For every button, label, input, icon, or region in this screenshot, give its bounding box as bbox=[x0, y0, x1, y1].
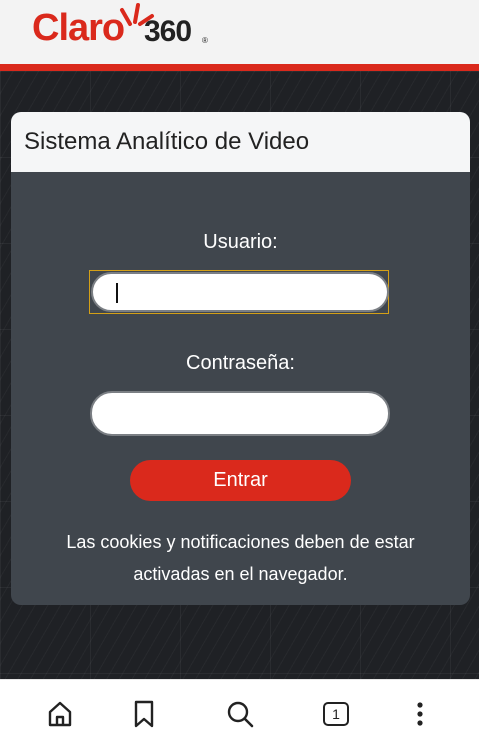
password-input[interactable] bbox=[90, 391, 390, 436]
tabs-count: 1 bbox=[332, 706, 340, 722]
app-header: Claro 360 ® bbox=[0, 0, 479, 64]
home-button[interactable] bbox=[40, 694, 80, 734]
search-button[interactable] bbox=[220, 694, 260, 734]
bookmark-icon bbox=[134, 700, 154, 728]
login-button[interactable]: Entrar bbox=[130, 460, 351, 501]
login-card: Sistema Analítico de Video Usuario: Cont… bbox=[11, 112, 470, 605]
card-header: Sistema Analítico de Video bbox=[11, 112, 470, 172]
card-title: Sistema Analítico de Video bbox=[24, 128, 310, 155]
logo-suffix: 360 bbox=[144, 15, 192, 48]
username-input[interactable] bbox=[91, 272, 389, 312]
text-caret bbox=[116, 283, 118, 303]
tabs-button[interactable]: 1 bbox=[316, 694, 356, 734]
more-options-button[interactable] bbox=[400, 694, 440, 734]
logo-brand: Claro bbox=[32, 7, 125, 49]
username-label: Usuario: bbox=[203, 231, 278, 253]
bookmark-button[interactable] bbox=[124, 694, 164, 734]
logo-registered: ® bbox=[202, 36, 208, 45]
header-accent-bar bbox=[0, 64, 479, 71]
search-icon bbox=[227, 701, 254, 728]
browser-bottom-nav: 1 bbox=[0, 679, 479, 746]
page: Claro 360 ® Sistema Analítico de Video U… bbox=[0, 0, 479, 746]
home-icon bbox=[48, 701, 72, 727]
tabs-icon: 1 bbox=[323, 702, 349, 726]
claro-360-logo[interactable]: Claro 360 ® bbox=[30, 2, 220, 58]
password-label: Contraseña: bbox=[186, 352, 295, 374]
more-vertical-icon bbox=[417, 702, 423, 726]
cookies-notice: Las cookies y notificaciones deben de es… bbox=[66, 532, 415, 584]
